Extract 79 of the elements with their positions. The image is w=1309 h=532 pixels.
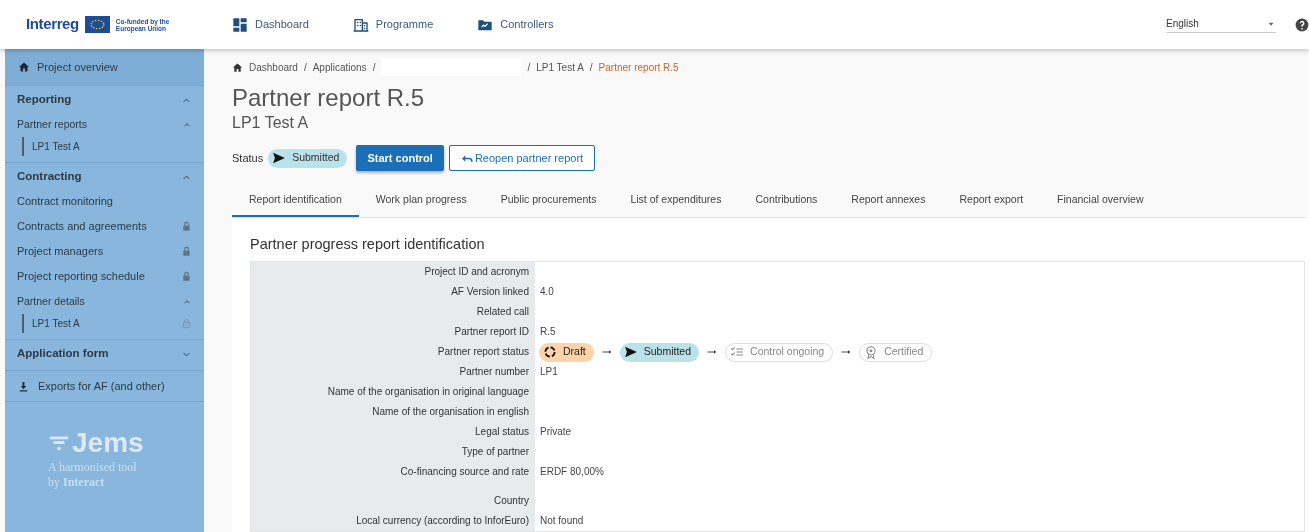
section-title: Partner progress report identification [250,235,486,255]
tab[interactable]: Report export [942,185,1041,218]
breadcrumb-separator: / [589,60,593,75]
field-label: Partner report status [437,345,529,359]
section-header[interactable]: Application form [5,340,204,366]
field-label: Legal status [475,425,529,439]
lock-icon [181,246,192,257]
nav-link[interactable]: Programme [352,16,434,33]
lock-icon [181,318,192,329]
nav-link[interactable]: Dashboard [232,16,309,33]
field-label: Partner report ID [454,325,529,339]
field-label: Name of the organisation in english [372,405,529,419]
sidebar-item[interactable]: LP1 Test A [22,314,192,333]
sidebar-item[interactable]: Contract monitoring [5,189,204,214]
field-value: Not found [540,514,584,528]
language-select[interactable]: English [1166,16,1276,33]
tab[interactable]: List of expenditures [613,185,739,218]
start-control-button[interactable]: Start control [356,145,444,172]
building-icon [352,16,369,33]
sidebar-item[interactable]: Contracts and agreements [5,214,204,239]
page-title: Partner report R.5 [232,85,426,112]
field-label: Local currency (according to InforEuro) [356,514,529,528]
lock-icon [181,221,192,232]
status-chip: Submitted [619,342,700,362]
tab[interactable]: Public procurements [483,185,614,218]
section-header[interactable]: Contracting [5,163,204,189]
breadcrumb-link[interactable]: Dashboard [232,59,298,75]
field-value: 4.0 [540,285,554,299]
field-value: LP1 [540,365,558,379]
breadcrumb-separator: / [303,60,307,75]
home-icon [232,61,243,73]
home-icon [18,61,30,73]
tab[interactable]: Financial overview [1040,185,1161,218]
lock-icon [181,271,192,282]
breadcrumb-link[interactable]: Partner report R.5 [598,59,679,75]
brand-logo: Interreg [26,14,79,35]
eu-flag-icon [84,16,110,33]
breadcrumb-link[interactable]: Applications [312,59,367,75]
sidebar-item[interactable]: Project reporting schedule [5,264,204,289]
field-label: Partner number [459,365,529,379]
sidebar-item[interactable]: Partner details [5,289,204,314]
field-label: Related call [476,305,529,319]
tab[interactable]: Contributions [738,185,835,218]
field-value: R.5 [540,325,556,339]
field-label: Name of the organisation in original language [327,385,529,399]
field-label: Type of partner [461,445,529,459]
field-label: Project ID and acronym [424,265,529,279]
dashboard-icon [232,16,248,33]
badge-icon [864,345,879,359]
progress-icon [543,345,557,359]
field-label: AF Version linked [451,285,529,299]
field-value: ERDF 80,00% [540,465,604,479]
status-label: Status [232,151,264,166]
send-icon [623,345,638,359]
status-chip: Draft [539,342,594,362]
tagline: A harmonised tool [48,460,138,475]
sidebar-item[interactable]: Project overview [5,49,204,86]
sidebar-item[interactable]: Exports for AF (and other) [5,371,204,402]
status-chip: Submitted [268,148,348,168]
breadcrumb-separator: / [527,60,531,75]
page-subtitle: LP1 Test A [232,113,310,134]
nav-link[interactable]: Controllers [477,16,554,33]
sidebar-item[interactable]: Project managers [5,239,204,264]
field-label: Country [494,494,529,508]
jems-logo: Jems [72,428,144,458]
tab[interactable]: Work plan progress [358,185,484,218]
breadcrumb-link[interactable]: LP1 Test A [536,59,584,75]
breadcrumb-separator: / [372,60,376,75]
sidebar-item[interactable]: LP1 Test A [22,137,192,156]
field-value: Private [540,425,572,439]
tagline: by Interact [48,475,106,490]
download-icon [18,380,29,392]
reopen-button[interactable]: Reopen partner report [448,145,596,172]
section-header[interactable]: Reporting [5,86,204,112]
checklist-icon [730,345,745,359]
tab[interactable]: Report annexes [834,185,943,218]
sidebar-item[interactable]: Partner reports [5,112,204,137]
send-icon [272,151,287,166]
field-label: Co-financing source and rate [400,465,529,479]
